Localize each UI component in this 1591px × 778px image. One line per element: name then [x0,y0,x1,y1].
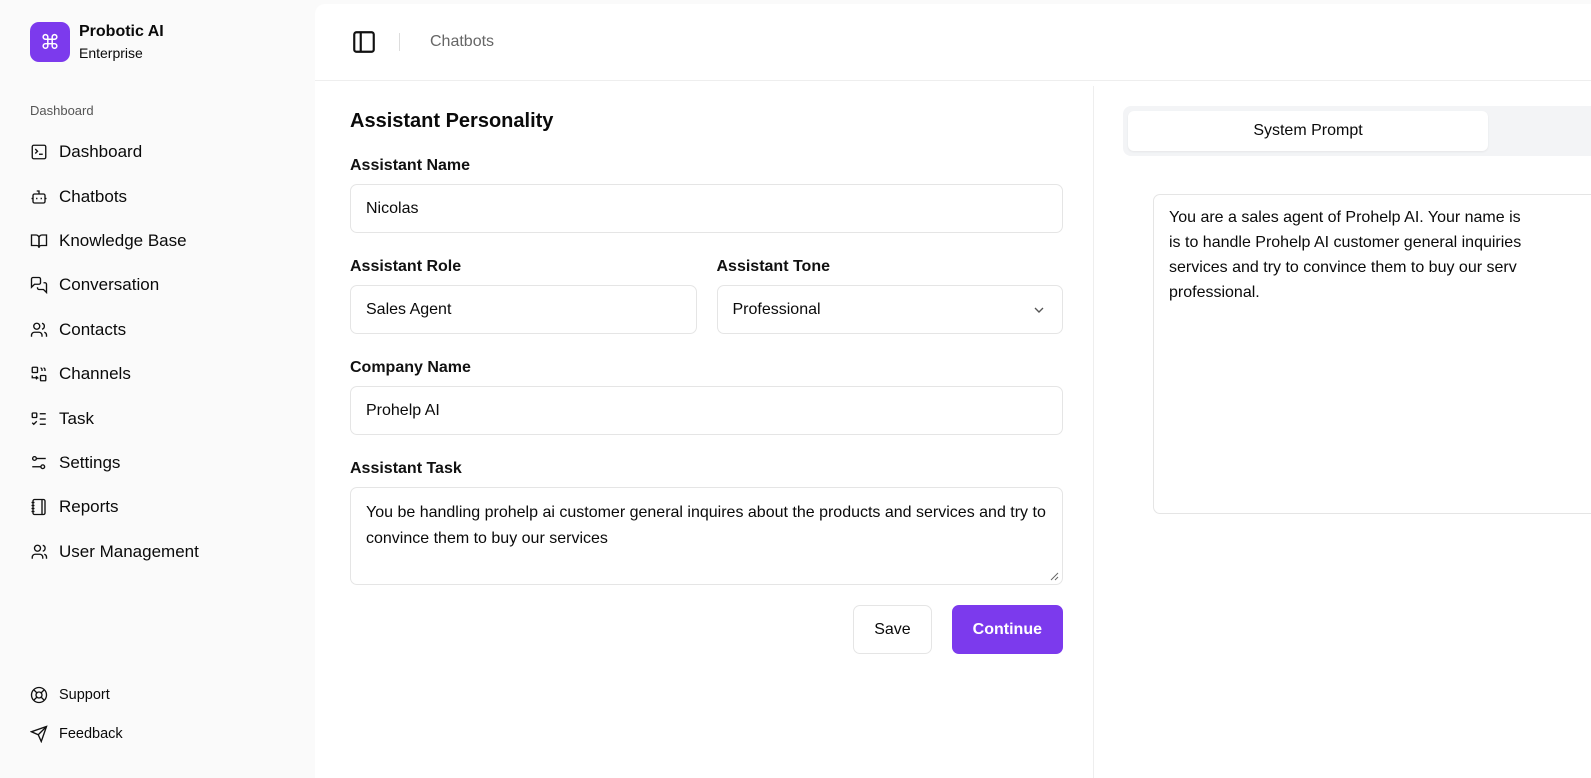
plan-name: Enterprise [79,45,143,61]
form-title: Assistant Personality [350,110,554,132]
sidebar-item-chatbots[interactable]: Chatbots [30,174,300,218]
assistant-task-textarea[interactable]: You be handling prohelp ai customer gene… [350,487,1063,585]
sidebar-item-dashboard[interactable]: Dashboard [30,130,300,174]
list-todo-icon [31,411,46,425]
panel-divider [1093,86,1094,778]
sidebar-item-channels[interactable]: Channels [30,352,300,396]
sidebar-item-task[interactable]: Task [30,396,300,440]
user-management-icon [31,544,48,559]
tone-value: Professional [732,300,821,318]
command-icon: ⌘ [30,22,70,62]
sidebar-item-user-management[interactable]: User Management [30,530,300,574]
sidebar-footer: Support Feedback [30,675,123,753]
sidebar-item-label: Reports [59,497,119,517]
sidebar-item-settings[interactable]: Settings [30,441,300,485]
prompt-line: services and try to convince them to buy… [1169,259,1517,276]
life-buoy-icon [30,686,48,703]
assistant-name-input[interactable]: Nicolas [350,184,1063,233]
header-divider [399,33,400,51]
task-label: Assistant Task [350,460,462,477]
sidebar-item-label: User Management [59,541,199,561]
users-icon [30,322,48,337]
preview-tabs: System Prompt [1123,106,1591,156]
sidebar-nav: Dashboard Chatbots Knowledge Base Conversat… [30,130,300,574]
nav-group-label: Dashboard [30,103,94,118]
header: Chatbots [315,4,1591,81]
book-icon [30,234,48,248]
channels-icon [31,366,47,382]
sidebar-item-contacts[interactable]: Contacts [30,308,300,352]
sidebar-item-conversation[interactable]: Conversation [30,263,300,307]
sidebar-item-label: Feedback [59,725,123,742]
sidebar-item-label: Chatbots [59,186,128,206]
tab-system-prompt[interactable]: System Prompt [1128,111,1488,151]
sidebar: ⌘ Probotic AI Enterprise Dashboard Dashb… [0,0,315,778]
main-area: Chatbots Assistant Personality Assistant… [315,4,1591,778]
personality-form: Assistant Personality Assistant Name Nic… [350,110,1063,654]
notebook-icon [31,499,46,516]
sidebar-item-label: Task [59,408,94,428]
role-label: Assistant Role [350,258,462,275]
sidebar-item-label: Conversation [59,275,160,295]
sidebar-item-label: Support [59,686,110,703]
messages-icon [30,277,48,295]
sidebar-item-reports[interactable]: Reports [30,485,300,529]
sidebar-item-support[interactable]: Support [30,675,123,714]
sidebar-item-feedback[interactable]: Feedback [30,714,123,753]
tone-label: Assistant Tone [716,258,831,275]
sidebar-item-label: Channels [59,364,131,384]
company-name-input[interactable]: Prohelp AI [350,386,1063,435]
save-button[interactable]: Save [853,605,932,654]
company-label: Company Name [350,359,471,376]
bot-icon [31,189,47,204]
sidebar-item-label: Contacts [59,319,127,339]
chevron-down-icon [1034,307,1044,313]
sliders-icon [31,455,46,470]
system-prompt-box[interactable]: You are a sales agent of Prohelp AI. You… [1153,194,1591,514]
continue-button[interactable]: Continue [951,605,1063,654]
breadcrumb[interactable]: Chatbots [430,33,494,51]
resize-handle-icon[interactable] [1049,571,1059,581]
prompt-line: professional. [1169,284,1260,301]
send-icon [30,724,48,743]
name-label: Assistant Name [350,157,471,174]
sidebar-toggle-icon[interactable] [351,29,377,55]
terminal-icon [31,144,47,160]
task-value: You be handling prohelp ai customer gene… [366,504,1046,547]
assistant-tone-select[interactable]: Professional [716,285,1063,334]
brand-name: Probotic AI [79,23,164,40]
sidebar-item-label: Settings [59,452,121,472]
sidebar-item-knowledge-base[interactable]: Knowledge Base [30,219,300,263]
sidebar-item-label: Knowledge Base [59,230,187,250]
prompt-line: is to handle Prohelp AI customer general… [1169,234,1522,251]
assistant-role-input[interactable]: Sales Agent [350,285,697,334]
prompt-line: You are a sales agent of Prohelp AI. You… [1169,209,1521,226]
sidebar-item-label: Dashboard [59,142,143,162]
